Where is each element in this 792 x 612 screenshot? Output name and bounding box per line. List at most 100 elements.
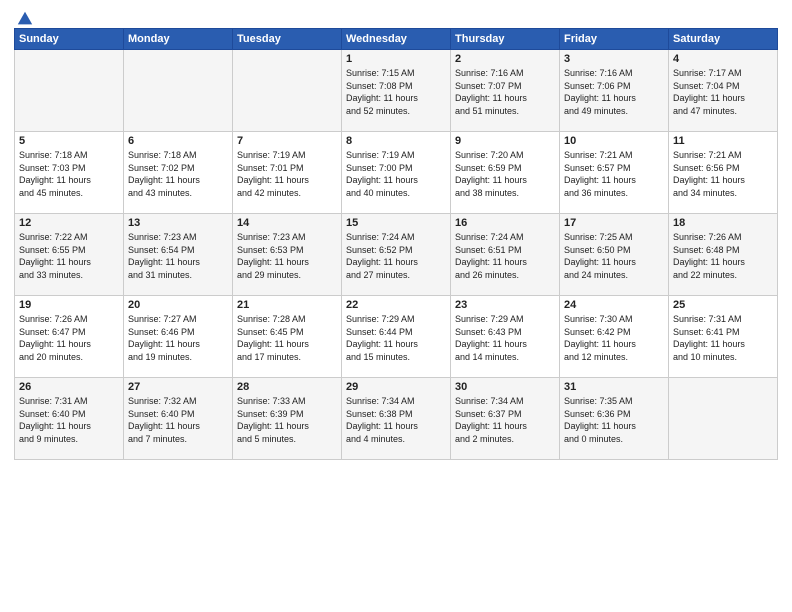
calendar-cell: 15 Sunrise: 7:24 AM Sunset: 6:52 PM Dayli… (342, 214, 451, 296)
day-number: 12 (19, 217, 119, 229)
day-info: Sunrise: 7:29 AM Sunset: 6:44 PM Dayligh… (346, 313, 446, 363)
calendar-cell: 12 Sunrise: 7:22 AM Sunset: 6:55 PM Dayli… (15, 214, 124, 296)
page-container: SundayMondayTuesdayWednesdayThursdayFrid… (0, 0, 792, 466)
calendar-cell: 21 Sunrise: 7:28 AM Sunset: 6:45 PM Dayli… (233, 296, 342, 378)
weekday-header-friday: Friday (560, 29, 669, 50)
day-info: Sunrise: 7:34 AM Sunset: 6:38 PM Dayligh… (346, 395, 446, 445)
day-info: Sunrise: 7:28 AM Sunset: 6:45 PM Dayligh… (237, 313, 337, 363)
calendar-cell: 27Sunrise: 7:32 AM Sunset: 6:40 PM Dayli… (124, 378, 233, 460)
weekday-header-tuesday: Tuesday (233, 29, 342, 50)
day-number: 17 (564, 217, 664, 229)
day-number: 30 (455, 381, 555, 393)
calendar-cell (233, 50, 342, 132)
day-number: 24 (564, 299, 664, 311)
day-number: 23 (455, 299, 555, 311)
day-number: 20 (128, 299, 228, 311)
calendar-cell: 3 Sunrise: 7:16 AM Sunset: 7:06 PM Daylig… (560, 50, 669, 132)
calendar-cell (15, 50, 124, 132)
day-number: 26 (19, 381, 119, 393)
calendar-cell (124, 50, 233, 132)
weekday-header-sunday: Sunday (15, 29, 124, 50)
calendar-cell: 23 Sunrise: 7:29 AM Sunset: 6:43 PM Dayli… (451, 296, 560, 378)
day-info: Sunrise: 7:26 AM Sunset: 6:48 PM Dayligh… (673, 231, 773, 281)
day-info: Sunrise: 7:24 AM Sunset: 6:51 PM Dayligh… (455, 231, 555, 281)
day-number: 9 (455, 135, 555, 147)
day-number: 21 (237, 299, 337, 311)
calendar-cell: 8 Sunrise: 7:19 AM Sunset: 7:00 PM Daylig… (342, 132, 451, 214)
week-row-2: 5Sunrise: 7:18 AM Sunset: 7:03 PM Daylig… (15, 132, 778, 214)
calendar-cell: 25 Sunrise: 7:31 AM Sunset: 6:41 PM Dayli… (669, 296, 778, 378)
day-info: Sunrise: 7:19 AM Sunset: 7:01 PM Dayligh… (237, 149, 337, 199)
day-info: Sunrise: 7:22 AM Sunset: 6:55 PM Dayligh… (19, 231, 119, 281)
day-number: 16 (455, 217, 555, 229)
day-info: Sunrise: 7:31 AM Sunset: 6:40 PM Dayligh… (19, 395, 119, 445)
day-info: Sunrise: 7:30 AM Sunset: 6:42 PM Dayligh… (564, 313, 664, 363)
calendar-table: SundayMondayTuesdayWednesdayThursdayFrid… (14, 28, 778, 460)
day-info: Sunrise: 7:34 AM Sunset: 6:37 PM Dayligh… (455, 395, 555, 445)
week-row-4: 19 Sunrise: 7:26 AM Sunset: 6:47 PM Dayli… (15, 296, 778, 378)
calendar-cell: 19 Sunrise: 7:26 AM Sunset: 6:47 PM Dayli… (15, 296, 124, 378)
day-number: 8 (346, 135, 446, 147)
logo (14, 10, 34, 24)
day-info: Sunrise: 7:15 AM Sunset: 7:08 PM Dayligh… (346, 67, 446, 117)
day-info: Sunrise: 7:17 AM Sunset: 7:04 PM Dayligh… (673, 67, 773, 117)
day-number: 6 (128, 135, 228, 147)
day-number: 7 (237, 135, 337, 147)
week-row-5: 26 Sunrise: 7:31 AM Sunset: 6:40 PM Dayli… (15, 378, 778, 460)
calendar-cell: 10Sunrise: 7:21 AM Sunset: 6:57 PM Dayli… (560, 132, 669, 214)
day-info: Sunrise: 7:16 AM Sunset: 7:06 PM Dayligh… (564, 67, 664, 117)
day-info: Sunrise: 7:33 AM Sunset: 6:39 PM Dayligh… (237, 395, 337, 445)
day-info: Sunrise: 7:31 AM Sunset: 6:41 PM Dayligh… (673, 313, 773, 363)
day-number: 29 (346, 381, 446, 393)
day-number: 22 (346, 299, 446, 311)
header (14, 10, 778, 24)
day-number: 3 (564, 53, 664, 65)
week-row-3: 12 Sunrise: 7:22 AM Sunset: 6:55 PM Dayli… (15, 214, 778, 296)
calendar-cell: 22 Sunrise: 7:29 AM Sunset: 6:44 PM Dayli… (342, 296, 451, 378)
day-number: 4 (673, 53, 773, 65)
weekday-header-row: SundayMondayTuesdayWednesdayThursdayFrid… (15, 29, 778, 50)
calendar-cell: 5Sunrise: 7:18 AM Sunset: 7:03 PM Daylig… (15, 132, 124, 214)
weekday-header-thursday: Thursday (451, 29, 560, 50)
calendar-cell: 30 Sunrise: 7:34 AM Sunset: 6:37 PM Dayli… (451, 378, 560, 460)
calendar-cell (669, 378, 778, 460)
day-info: Sunrise: 7:23 AM Sunset: 6:53 PM Dayligh… (237, 231, 337, 281)
day-number: 19 (19, 299, 119, 311)
day-info: Sunrise: 7:35 AM Sunset: 6:36 PM Dayligh… (564, 395, 664, 445)
day-info: Sunrise: 7:19 AM Sunset: 7:00 PM Dayligh… (346, 149, 446, 199)
calendar-cell: 14Sunrise: 7:23 AM Sunset: 6:53 PM Dayli… (233, 214, 342, 296)
day-info: Sunrise: 7:18 AM Sunset: 7:03 PM Dayligh… (19, 149, 119, 199)
day-info: Sunrise: 7:23 AM Sunset: 6:54 PM Dayligh… (128, 231, 228, 281)
day-info: Sunrise: 7:27 AM Sunset: 6:46 PM Dayligh… (128, 313, 228, 363)
weekday-header-wednesday: Wednesday (342, 29, 451, 50)
calendar-cell: 1 Sunrise: 7:15 AM Sunset: 7:08 PM Daylig… (342, 50, 451, 132)
weekday-header-monday: Monday (124, 29, 233, 50)
calendar-cell: 7 Sunrise: 7:19 AM Sunset: 7:01 PM Daylig… (233, 132, 342, 214)
day-number: 10 (564, 135, 664, 147)
day-number: 31 (564, 381, 664, 393)
day-info: Sunrise: 7:25 AM Sunset: 6:50 PM Dayligh… (564, 231, 664, 281)
day-info: Sunrise: 7:29 AM Sunset: 6:43 PM Dayligh… (455, 313, 555, 363)
week-row-1: 1 Sunrise: 7:15 AM Sunset: 7:08 PM Daylig… (15, 50, 778, 132)
day-number: 15 (346, 217, 446, 229)
calendar-cell: 28 Sunrise: 7:33 AM Sunset: 6:39 PM Dayli… (233, 378, 342, 460)
calendar-cell: 29 Sunrise: 7:34 AM Sunset: 6:38 PM Dayli… (342, 378, 451, 460)
calendar-cell: 9Sunrise: 7:20 AM Sunset: 6:59 PM Daylig… (451, 132, 560, 214)
day-info: Sunrise: 7:16 AM Sunset: 7:07 PM Dayligh… (455, 67, 555, 117)
weekday-header-saturday: Saturday (669, 29, 778, 50)
day-info: Sunrise: 7:26 AM Sunset: 6:47 PM Dayligh… (19, 313, 119, 363)
calendar-cell: 6Sunrise: 7:18 AM Sunset: 7:02 PM Daylig… (124, 132, 233, 214)
day-number: 11 (673, 135, 773, 147)
calendar-cell: 18 Sunrise: 7:26 AM Sunset: 6:48 PM Dayli… (669, 214, 778, 296)
day-number: 18 (673, 217, 773, 229)
day-number: 25 (673, 299, 773, 311)
day-info: Sunrise: 7:24 AM Sunset: 6:52 PM Dayligh… (346, 231, 446, 281)
calendar-cell: 20 Sunrise: 7:27 AM Sunset: 6:46 PM Dayli… (124, 296, 233, 378)
calendar-cell: 4 Sunrise: 7:17 AM Sunset: 7:04 PM Daylig… (669, 50, 778, 132)
calendar-cell: 24 Sunrise: 7:30 AM Sunset: 6:42 PM Dayli… (560, 296, 669, 378)
calendar-cell: 2 Sunrise: 7:16 AM Sunset: 7:07 PM Daylig… (451, 50, 560, 132)
day-number: 28 (237, 381, 337, 393)
day-number: 1 (346, 53, 446, 65)
day-number: 2 (455, 53, 555, 65)
calendar-cell: 11Sunrise: 7:21 AM Sunset: 6:56 PM Dayli… (669, 132, 778, 214)
